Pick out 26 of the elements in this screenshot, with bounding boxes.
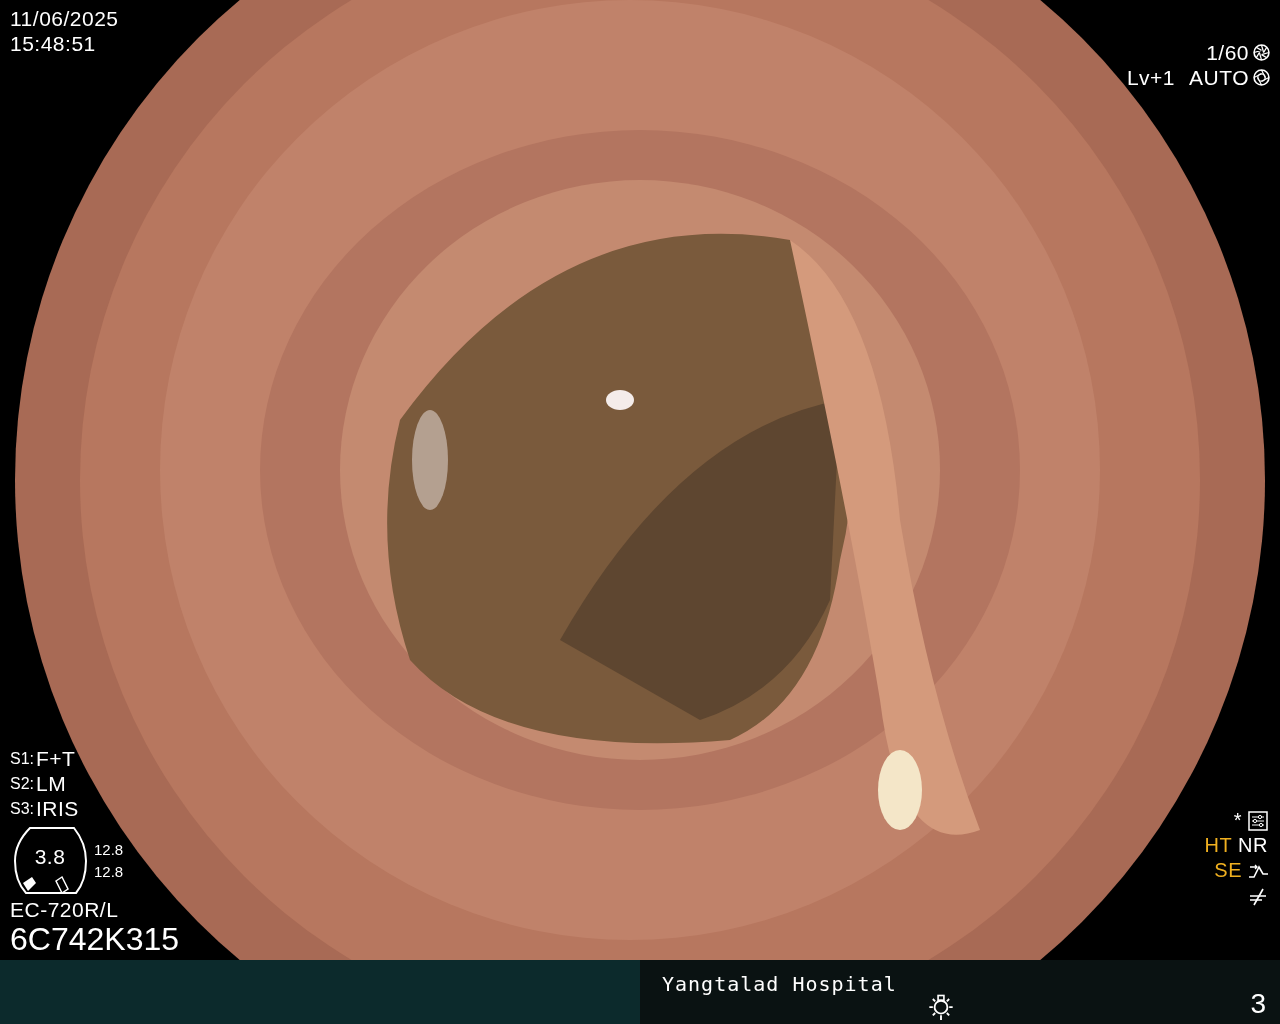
hospital-name: Yangtalad Hospital xyxy=(662,972,897,996)
date-text: 11/06/2025 xyxy=(10,6,119,31)
lamp-icon xyxy=(926,992,955,1020)
time-text: 15:48:51 xyxy=(10,31,97,56)
mode-indicator: SE xyxy=(1214,858,1242,883)
brightness-level: Lv+1 xyxy=(1126,65,1176,90)
switch-label: S2: xyxy=(10,774,34,794)
sliders-icon xyxy=(1248,810,1268,831)
scope-serial: 6C742K315 xyxy=(10,922,180,956)
page-number: 3 xyxy=(1250,988,1266,1020)
shutter-speed: 1/60 xyxy=(1206,40,1249,65)
switch-value: LM xyxy=(36,771,67,796)
dial-value: 3.8 xyxy=(34,843,66,869)
aperture-icon xyxy=(1253,69,1270,86)
shutter-icon xyxy=(1253,44,1270,61)
mode-indicator: * xyxy=(1233,808,1242,833)
switch-label: S1: xyxy=(10,749,34,769)
mode-indicator: NR xyxy=(1238,833,1268,858)
reading-value: 12.8 xyxy=(94,840,124,860)
mode-indicator: HT xyxy=(1204,833,1233,858)
switch-value: F+T xyxy=(36,746,76,771)
switch-label: S3: xyxy=(10,799,34,819)
scope-model: EC-720R/L xyxy=(10,897,120,922)
iris-mode: AUTO xyxy=(1189,65,1249,90)
reading-value: 12.8 xyxy=(94,862,124,882)
switch-value: IRIS xyxy=(36,796,79,821)
